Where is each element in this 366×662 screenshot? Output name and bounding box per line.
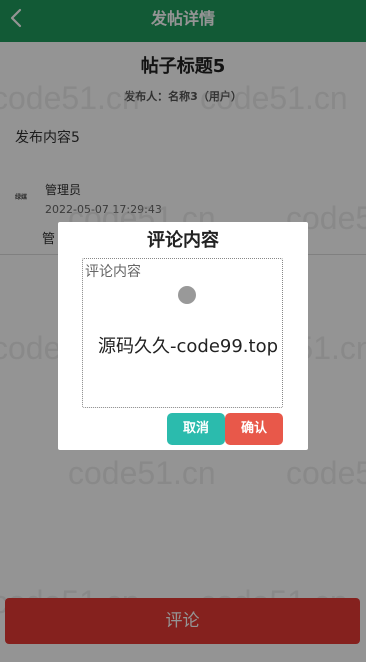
dialog-title: 评论内容 (147, 230, 219, 251)
cancel-button[interactable]: 取消 (167, 413, 225, 445)
confirm-button[interactable]: 确认 (225, 413, 283, 445)
comment-dialog: 评论内容 评论内容 源码久久-code99.top 取消 确认 (58, 222, 308, 450)
watermark-text: 源码久久-code99.top (98, 336, 279, 357)
textarea-placeholder: 评论内容 (85, 264, 141, 280)
loading-indicator (178, 286, 196, 304)
